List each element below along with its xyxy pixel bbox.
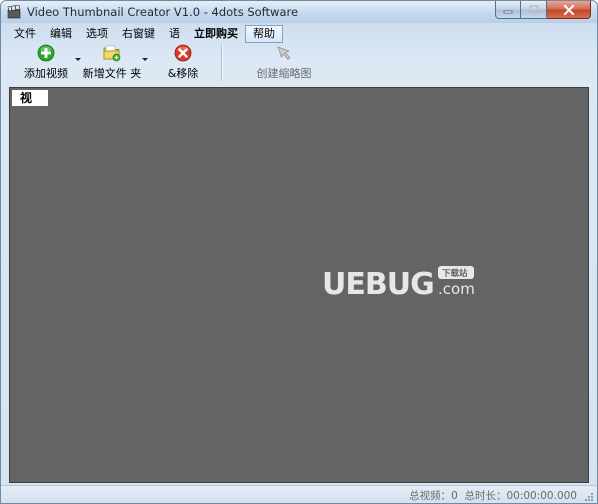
menu-edit[interactable]: 编辑 <box>43 25 79 43</box>
resize-grip-icon[interactable] <box>584 492 594 502</box>
watermark-brand: UEBUG <box>322 267 434 302</box>
total-videos-value: 0 <box>451 490 458 502</box>
toolbar: 添加视频 新增文件 夹 &移除 创建缩略图 <box>7 43 589 85</box>
column-header-video[interactable]: 视 <box>12 90 48 106</box>
status-bar: 总视频：0 总时长：00:00:00.000 <box>1 485 597 503</box>
create-thumbnails-label: 创建缩略图 <box>256 67 312 80</box>
watermark-badge: 下载站 <box>442 268 468 279</box>
remove-label: &移除 <box>167 67 199 80</box>
menu-options[interactable]: 选项 <box>79 25 115 43</box>
total-videos-label: 总视频： <box>409 490 452 502</box>
maximize-button[interactable] <box>521 1 547 19</box>
menu-help[interactable]: 帮助 <box>245 25 283 43</box>
watermark-suffix: .com <box>438 280 475 298</box>
total-duration-value: 00:00:00.000 <box>506 490 577 502</box>
window-controls <box>495 1 591 19</box>
toolbar-separator <box>221 45 222 81</box>
add-folder-label: 新增文件 夹 <box>82 67 142 80</box>
maximize-icon <box>528 5 539 14</box>
folder-add-icon <box>103 45 121 62</box>
arrow-run-icon <box>277 46 291 60</box>
add-folder-button[interactable]: 新增文件 夹 <box>83 43 141 83</box>
add-video-button[interactable]: 添加视频 <box>21 43 71 83</box>
add-video-dropdown-arrow[interactable] <box>75 58 81 61</box>
minimize-button[interactable] <box>495 1 521 19</box>
menu-language[interactable]: 语 <box>162 25 187 43</box>
menu-file[interactable]: 文件 <box>7 25 43 43</box>
video-list-area[interactable]: 视 UEBUG 下载站 .com <box>9 87 589 483</box>
remove-button[interactable]: &移除 <box>163 43 203 83</box>
close-button[interactable] <box>547 1 591 19</box>
menu-bar: 文件 编辑 选项 右窗键 语 立即购买 帮助 <box>7 25 283 43</box>
title-bar[interactable]: Video Thumbnail Creator V1.0 - 4dots Sof… <box>1 1 597 23</box>
menu-buy-now[interactable]: 立即购买 <box>187 25 245 43</box>
remove-circle-icon <box>174 44 192 62</box>
minimize-icon <box>503 10 513 13</box>
close-icon <box>563 4 574 15</box>
status-summary: 总视频：0 总时长：00:00:00.000 <box>409 488 577 503</box>
menu-context[interactable]: 右窗键 <box>115 25 162 43</box>
watermark-logo: UEBUG 下载站 .com <box>322 266 475 302</box>
create-thumbnails-button[interactable]: 创建缩略图 <box>253 43 315 83</box>
film-clapper-icon <box>7 5 21 19</box>
add-circle-icon <box>37 44 55 62</box>
total-duration-label: 总时长： <box>464 490 507 502</box>
window-title: Video Thumbnail Creator V1.0 - 4dots Sof… <box>27 5 299 19</box>
app-window: Video Thumbnail Creator V1.0 - 4dots Sof… <box>0 0 598 504</box>
add-folder-dropdown-arrow[interactable] <box>142 58 148 61</box>
add-video-label: 添加视频 <box>24 67 68 80</box>
